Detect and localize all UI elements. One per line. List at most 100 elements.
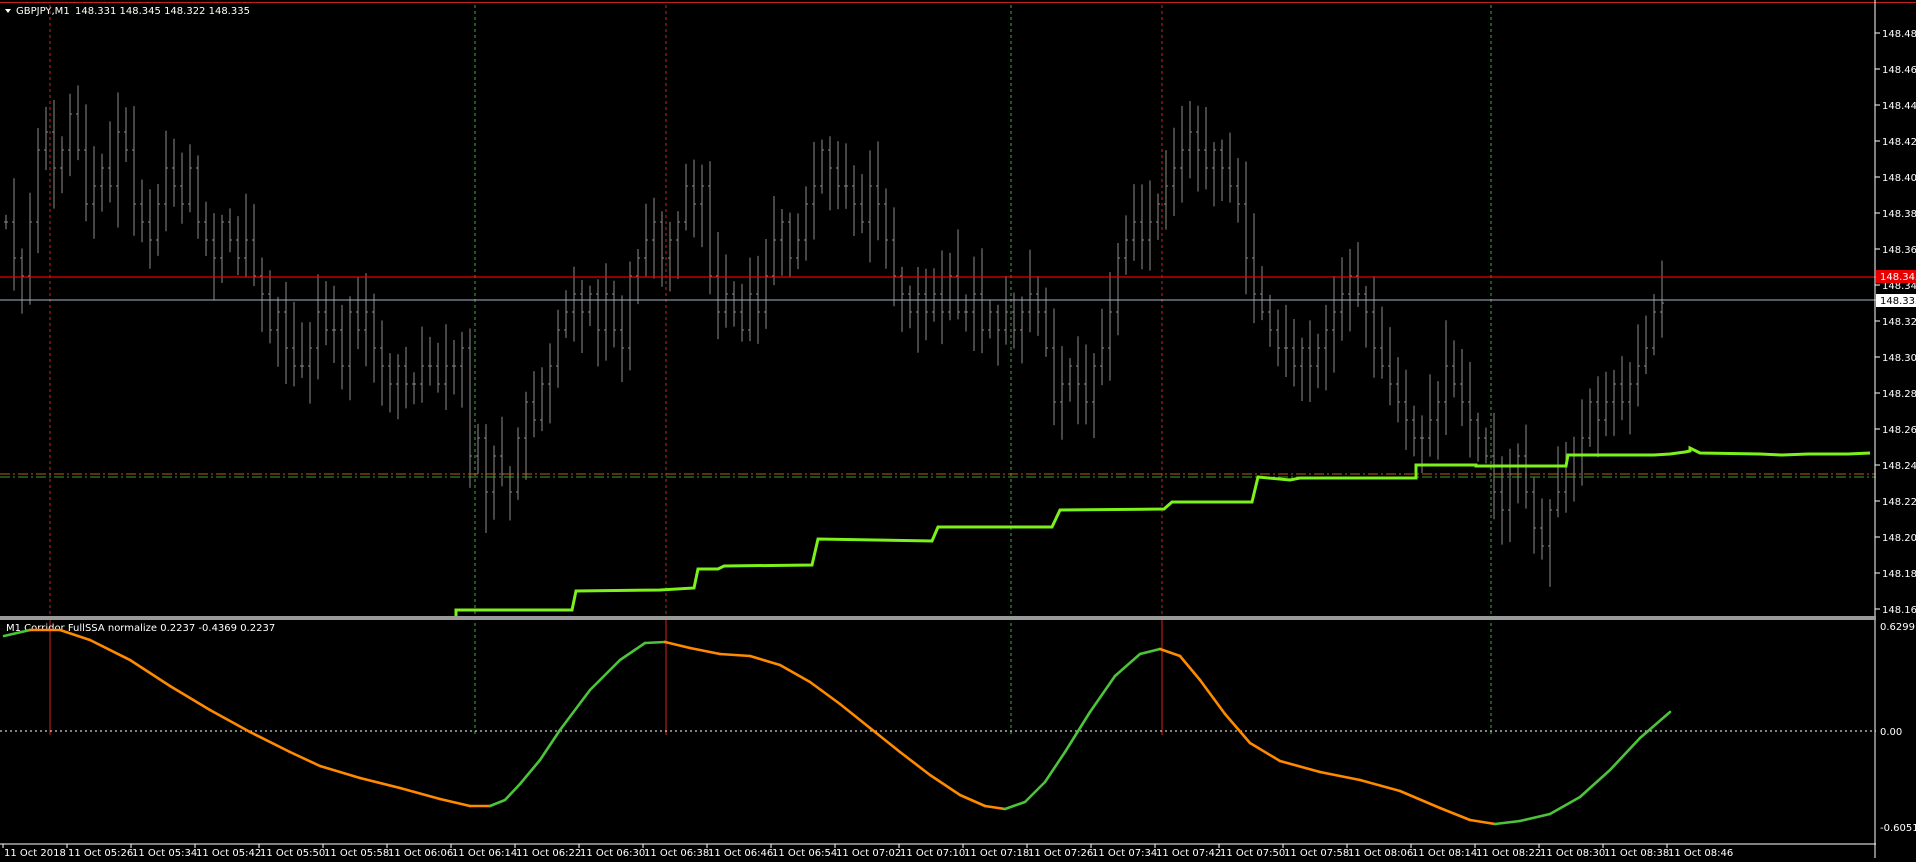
- oscillator-segment: [1518, 812, 1552, 823]
- time-tick-label: 11 Oct 06:14: [452, 848, 517, 858]
- oscillator-segment: [868, 726, 902, 754]
- oscillator-segment: [1578, 768, 1612, 799]
- oscillator-segment: [208, 708, 252, 734]
- time-tick-label: 11 Oct 2018: [4, 848, 66, 858]
- chart-menu-triangle-icon[interactable]: [5, 9, 11, 13]
- oscillator-segment: [438, 797, 472, 808]
- price-tick-label: 148.325: [1882, 317, 1916, 328]
- indicator-axis-zero: 0.00: [1880, 727, 1902, 738]
- time-tick-label: 11 Oct 06:54: [772, 848, 837, 858]
- oscillator-segment: [168, 684, 212, 712]
- oscillator-segment: [748, 654, 782, 667]
- oscillator-segment: [1158, 647, 1182, 658]
- time-tick-label: 11 Oct 05:50: [260, 848, 325, 858]
- oscillator-segment: [718, 652, 752, 658]
- oscillator-segment: [663, 640, 692, 650]
- time-tick-label: 11 Oct 08:30: [1540, 848, 1605, 858]
- indicator-header-label: M1 Corridor FullSSA normalize 0.2237 -0.…: [6, 623, 275, 634]
- mt4-chart-window[interactable]: GBPJPY,M1 148.331 148.345 148.322 148.33…: [0, 0, 1916, 859]
- time-tick-label: 11 Oct 06:30: [580, 848, 645, 858]
- oscillator-segment: [618, 641, 647, 662]
- oscillator-segment: [1178, 654, 1202, 682]
- price-axis-ticks: 148.485 148.465 148.445 148.425 148.405 148.3…: [1875, 29, 1916, 616]
- oscillator-segment: [288, 750, 322, 768]
- oscillator-segment: [1063, 710, 1092, 754]
- time-tick-label: 11 Oct 07:34: [1092, 848, 1157, 858]
- oscillator-segment: [1003, 800, 1027, 811]
- oscillator-segment: [1223, 712, 1252, 745]
- time-tick-label: 11 Oct 07:58: [1284, 848, 1349, 858]
- oscillator-segment: [1398, 789, 1442, 810]
- time-tick-label: 11 Oct 05:26: [68, 848, 133, 858]
- price-bars: [4, 85, 1664, 587]
- indicator-axis-top: 0.6299: [1880, 622, 1915, 633]
- time-tick-label: 11 Oct 05:34: [132, 848, 197, 858]
- oscillator-segment: [358, 776, 402, 790]
- time-tick-label: 11 Oct 08:38: [1604, 848, 1669, 858]
- price-tick-label: 148.445: [1882, 101, 1916, 112]
- time-tick-label: 11 Oct 07:26: [1028, 848, 1093, 858]
- oscillator-segment: [838, 702, 872, 730]
- time-tick-label: 11 Oct 08:22: [1476, 848, 1541, 858]
- oscillator-segment: [1608, 736, 1642, 772]
- oscillator-segment: [983, 804, 1007, 811]
- oscillator-segment: [538, 728, 562, 762]
- price-tick-label: 148.485: [1882, 29, 1916, 40]
- time-tick-label: 11 Oct 06:46: [708, 848, 773, 858]
- corridor-step-line: [454, 445, 1871, 616]
- time-tick-label: 11 Oct 07:42: [1156, 848, 1221, 858]
- time-tick-label: 11 Oct 05:58: [324, 848, 389, 858]
- red-price-tag-label: 148.345: [1880, 272, 1916, 283]
- oscillator-segment: [1138, 647, 1162, 656]
- oscillator-segment: [1248, 741, 1282, 763]
- time-tick-label: 11 Oct 07:10: [900, 848, 965, 858]
- current-price-tag-label: 148.335: [1880, 296, 1916, 307]
- price-tick-label: 148.265: [1882, 425, 1916, 436]
- price-tick-label: 148.465: [1882, 65, 1916, 76]
- oscillator-segment: [248, 730, 292, 754]
- price-tick-label: 148.405: [1882, 173, 1916, 184]
- time-tick-label: 11 Oct 08:06: [1348, 848, 1413, 858]
- time-tick-label: 11 Oct 08:14: [1412, 848, 1477, 858]
- window-splitter[interactable]: [0, 616, 1876, 620]
- oscillator-segment: [488, 798, 507, 808]
- oscillator-segment: [688, 646, 722, 656]
- time-tick-label: 11 Oct 07:50: [1220, 848, 1285, 858]
- oscillator-segment: [588, 658, 622, 692]
- price-tick-label: 148.365: [1882, 245, 1916, 256]
- time-tick-label: 11 Oct 07:18: [964, 848, 1029, 858]
- price-tick-label: 148.305: [1882, 353, 1916, 364]
- oscillator-segment: [518, 758, 542, 786]
- time-tick-label: 11 Oct 06:22: [516, 848, 581, 858]
- oscillator-segment: [1468, 818, 1497, 826]
- oscillator-segment: [1043, 750, 1067, 784]
- time-tick-label: 11 Oct 06:06: [388, 848, 453, 858]
- oscillator-segment: [503, 782, 522, 802]
- oscillator-segment: [398, 786, 442, 801]
- ssa-oscillator: [2, 628, 1672, 826]
- price-tick-label: 148.425: [1882, 137, 1916, 148]
- price-tick-label: 148.205: [1882, 533, 1916, 544]
- oscillator-segment: [1023, 780, 1047, 804]
- oscillator-segment: [778, 663, 812, 684]
- oscillator-segment: [88, 638, 132, 662]
- indicator-axis-bottom: -0.6051: [1880, 823, 1916, 834]
- oscillator-segment: [958, 793, 987, 808]
- oscillator-segment: [1198, 678, 1227, 716]
- time-axis-labels: 11 Oct 2018 11 Oct 05:2611 Oct 05:3411 Oc…: [2, 844, 1733, 859]
- oscillator-segment: [643, 640, 667, 645]
- oscillator-segment: [1358, 778, 1402, 793]
- oscillator-segment: [1548, 795, 1582, 816]
- time-tick-label: 11 Oct 06:38: [644, 848, 709, 858]
- price-tick-label: 148.185: [1882, 569, 1916, 580]
- oscillator-segment: [928, 773, 962, 797]
- chart-canvas[interactable]: GBPJPY,M1 148.331 148.345 148.322 148.33…: [0, 0, 1916, 859]
- oscillator-segment: [1638, 710, 1672, 740]
- oscillator-segment: [1278, 759, 1322, 774]
- oscillator-segment: [898, 750, 932, 777]
- oscillator-segment: [1438, 806, 1472, 822]
- price-tick-label: 148.285: [1882, 389, 1916, 400]
- oscillator-segment: [558, 688, 592, 732]
- symbol-timeframe-label: GBPJPY,M1: [16, 6, 70, 17]
- time-tick-label: 11 Oct 05:42: [196, 848, 261, 858]
